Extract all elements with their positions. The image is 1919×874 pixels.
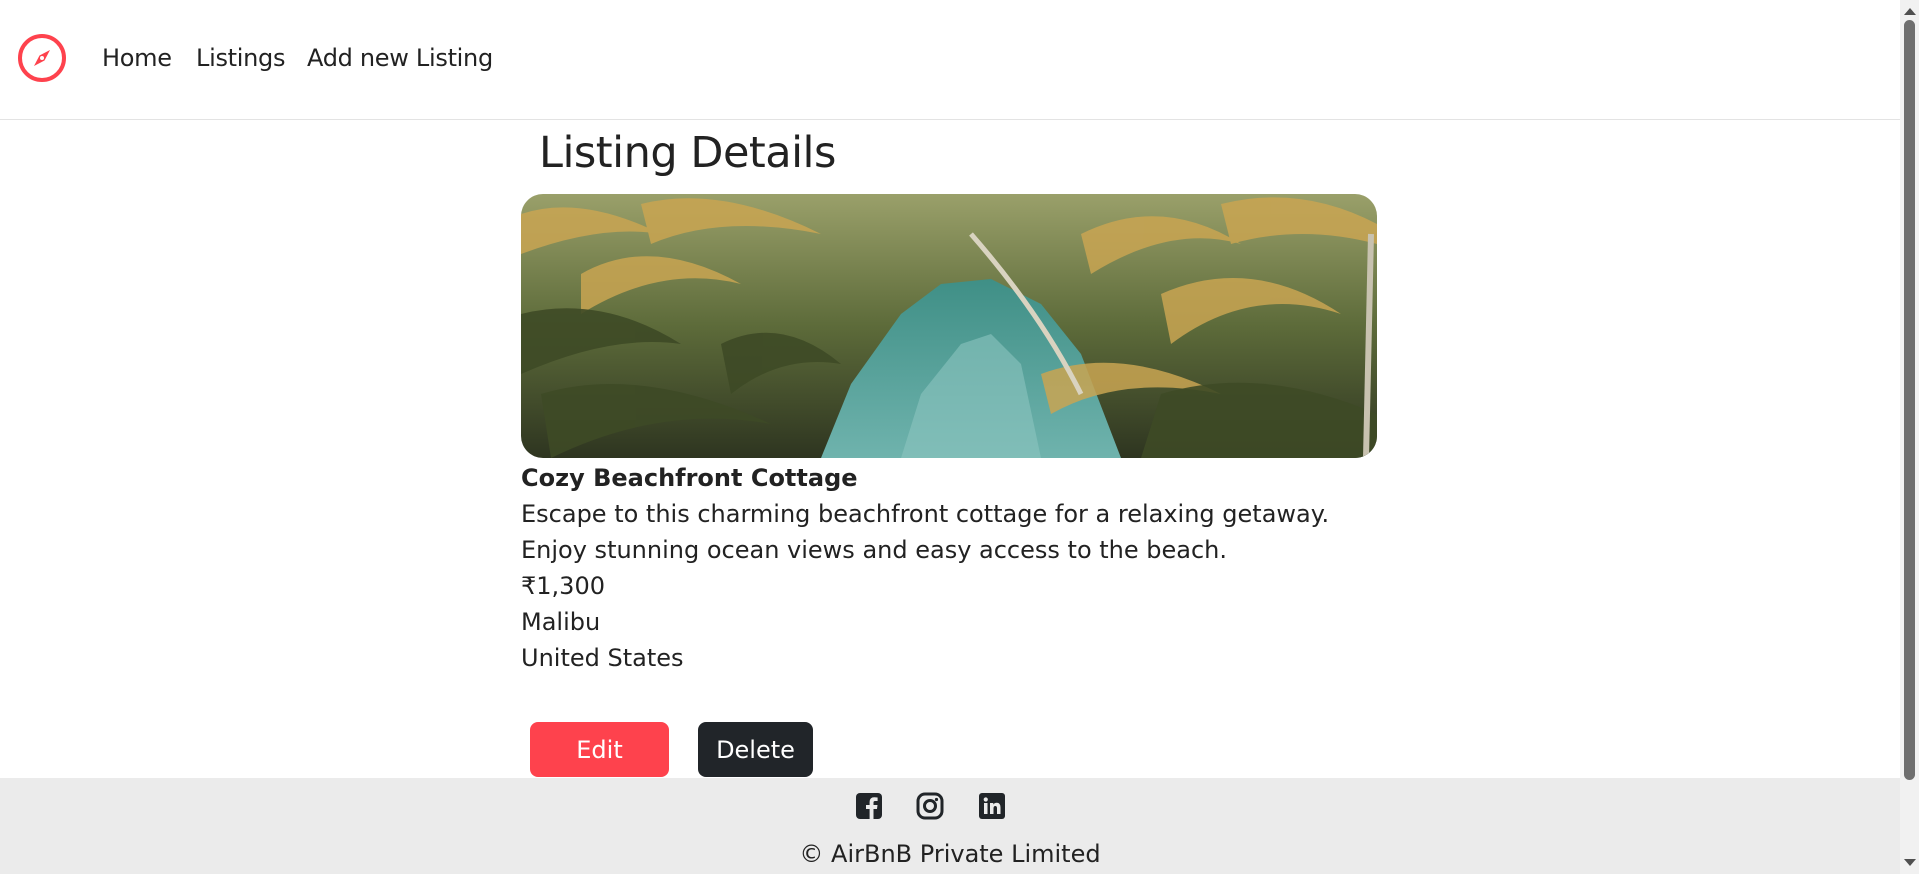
nav-link-listings[interactable]: Listings [196,44,285,72]
navbar: Home Listings Add new Listing [0,0,1900,120]
listing-location: Malibu [521,608,601,636]
page-title: Listing Details [539,128,836,178]
nav-link-home[interactable]: Home [102,44,172,72]
delete-button[interactable]: Delete [698,722,813,777]
copyright-text: © AirBnB Private Limited [799,840,1101,868]
vertical-scrollbar[interactable] [1900,0,1919,874]
listing-info: Cozy Beachfront Cottage Escape to this c… [521,460,1381,676]
listing-title: Cozy Beachfront Cottage [521,464,858,492]
instagram-icon[interactable] [916,792,944,820]
nav-link-add-new-listing[interactable]: Add new Listing [307,44,493,72]
tropical-lagoon-photo [521,194,1377,458]
listing-price: ₹1,300 [521,572,605,600]
edit-button[interactable]: Edit [530,722,669,777]
listing-description: Escape to this charming beachfront cotta… [521,500,1330,564]
listing-country: United States [521,644,684,672]
scroll-down-arrow-icon[interactable] [1904,859,1916,866]
facebook-icon[interactable] [855,792,883,820]
scrollbar-thumb[interactable] [1904,20,1915,780]
linkedin-icon[interactable] [978,792,1006,820]
scroll-up-arrow-icon[interactable] [1904,8,1916,15]
compass-icon[interactable] [17,33,67,83]
listing-image [521,194,1377,458]
